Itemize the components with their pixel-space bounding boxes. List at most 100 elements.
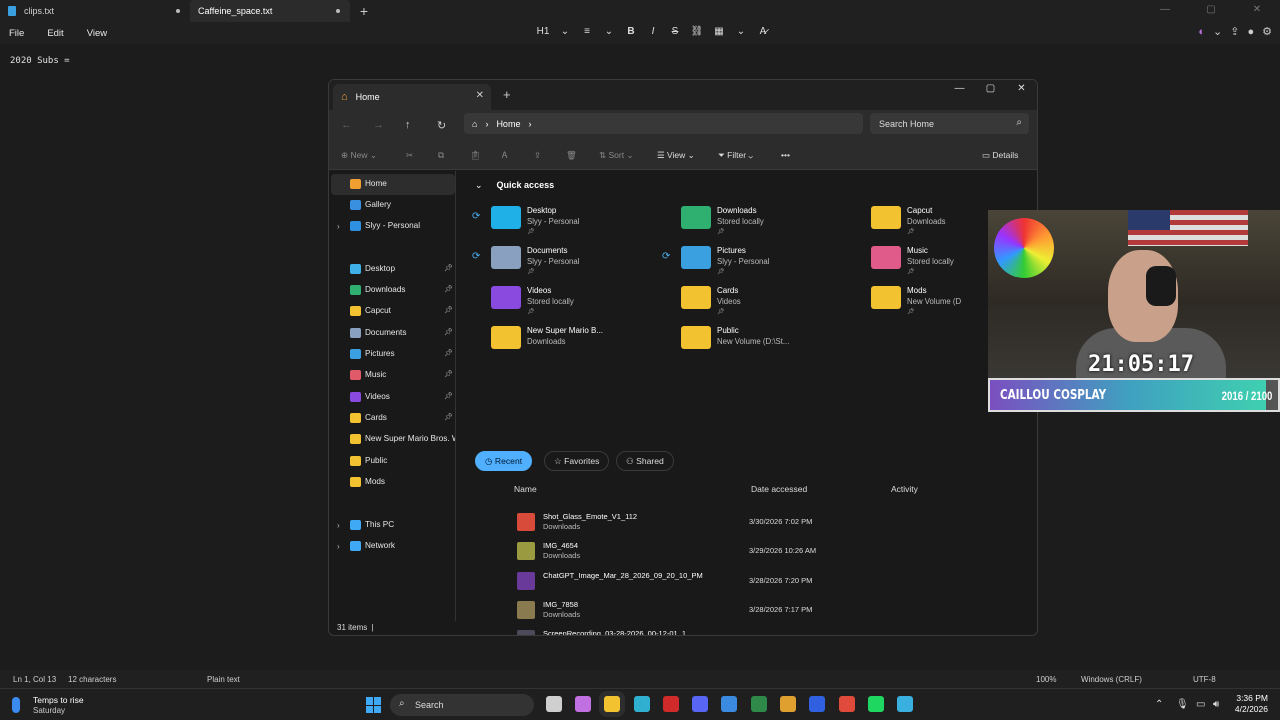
delete-icon[interactable]: 🗑︎	[566, 150, 577, 161]
edge-icon[interactable]	[634, 696, 650, 712]
zoom-level[interactable]: 100%	[1036, 675, 1056, 684]
line-endings[interactable]: Windows (CRLF)	[1081, 675, 1142, 684]
file-explorer-icon[interactable]	[604, 696, 620, 712]
sidebar-item[interactable]: Public	[331, 451, 455, 472]
quick-access-item[interactable]: Cards Videos 📌︎	[655, 281, 835, 319]
heading-dropdown[interactable]: H1	[532, 26, 554, 37]
bold-button[interactable]: B	[620, 26, 642, 37]
discord-icon[interactable]	[692, 696, 708, 712]
sidebar-item[interactable]: Downloads 📌︎	[331, 280, 455, 301]
share-icon[interactable]: ⇪	[1230, 25, 1239, 38]
tab-clips[interactable]: clips.txt	[0, 0, 190, 22]
close-tab-icon[interactable]: ✕	[476, 90, 484, 101]
menu-file[interactable]: File	[9, 28, 24, 39]
sidebar-item[interactable]: Music 📌︎	[331, 365, 455, 386]
quick-access-item[interactable]: ⟳ Pictures Slyy - Personal 📌︎	[655, 241, 835, 279]
maximize-icon[interactable]: ▢	[975, 80, 1006, 98]
opera-icon[interactable]	[663, 696, 679, 712]
more-options-button[interactable]: •••	[781, 150, 790, 160]
task-view-icon[interactable]	[546, 696, 562, 712]
copy-icon[interactable]: ⧉	[438, 150, 444, 161]
taskbar-search[interactable]: ⌕ Search	[390, 694, 534, 716]
quick-access-item[interactable]: Public New Volume (D:\St...	[655, 321, 835, 359]
quick-access-item[interactable]: ⟳ Desktop Slyy - Personal 📌︎	[465, 201, 645, 239]
column-activity[interactable]: Activity	[891, 484, 918, 494]
share-icon[interactable]: ⇪	[534, 150, 541, 161]
sidebar-item[interactable]: Capcut 📌︎	[331, 301, 455, 322]
network-icon[interactable]: ▭	[1196, 699, 1205, 710]
refresh-icon[interactable]: ↻	[437, 119, 446, 132]
link-icon[interactable]: ⛓	[686, 26, 708, 37]
new-button[interactable]: ⊕ New ⌄	[341, 150, 377, 161]
sidebar-item[interactable]: Home	[331, 174, 455, 195]
minimize-icon[interactable]: —	[1142, 0, 1188, 20]
tab-favorites[interactable]: ☆ Favorites	[544, 451, 610, 471]
app-blue-icon[interactable]	[809, 696, 825, 712]
sidebar-item[interactable]: › This PC	[331, 515, 455, 536]
back-icon[interactable]: ←	[341, 119, 352, 131]
strikethrough-button[interactable]: S	[664, 26, 686, 37]
spotify-icon[interactable]	[868, 696, 884, 712]
search-input[interactable]: Search Home ⌕	[870, 113, 1029, 134]
column-name[interactable]: Name	[514, 484, 537, 494]
menu-view[interactable]: View	[87, 28, 107, 39]
chevron-right-icon[interactable]: ›	[337, 521, 340, 530]
file-row[interactable]: ScreenRecording_03-28-2026_00-12-01_1Dow…	[517, 626, 1017, 635]
start-button[interactable]	[366, 697, 382, 713]
sidebar-item[interactable]: Desktop 📌︎	[331, 259, 455, 280]
chrome-icon[interactable]	[839, 696, 855, 712]
sidebar-item[interactable]: Gallery	[331, 195, 455, 216]
cut-icon[interactable]: ✂	[406, 150, 413, 161]
system-clock[interactable]: 3:36 PM 4/2/2026	[1235, 693, 1268, 715]
file-row[interactable]: IMG_4654 Downloads 3/29/2026 10:26 AM	[517, 538, 1017, 566]
breadcrumb-home[interactable]: Home	[496, 119, 520, 129]
clear-format-icon[interactable]: A̷	[752, 26, 774, 37]
column-date-accessed[interactable]: Date accessed	[751, 484, 807, 494]
microphone-icon[interactable]: 🎙︎	[1176, 699, 1189, 710]
tab-caffeine-space[interactable]: Caffeine_space.txt	[190, 0, 350, 22]
sidebar-item[interactable]: Pictures 📌︎	[331, 344, 455, 365]
file-row[interactable]: Shot_Glass_Emote_V1_112 Downloads 3/30/202…	[517, 509, 1017, 537]
file-row[interactable]: IMG_7858 Downloads 3/28/2026 7:17 PM	[517, 597, 1017, 625]
quick-access-item[interactable]: Videos Stored locally 📌︎	[465, 281, 645, 319]
encoding[interactable]: UTF-8	[1193, 675, 1216, 684]
quick-access-header[interactable]: ⌄ Quick access	[475, 180, 554, 191]
paste-icon[interactable]: 📋︎	[470, 150, 481, 161]
tab-recent[interactable]: ◷ Recent	[475, 451, 533, 471]
breadcrumb[interactable]: ⌂ › Home ›	[464, 113, 863, 134]
up-icon[interactable]: ↑	[405, 119, 411, 131]
game-icon[interactable]	[780, 696, 796, 712]
new-tab-button[interactable]: +	[350, 3, 378, 19]
store-icon[interactable]	[721, 696, 737, 712]
menu-edit[interactable]: Edit	[47, 28, 63, 39]
close-icon[interactable]: ✕	[1234, 0, 1280, 20]
quick-access-item[interactable]: ⟳ Documents Slyy - Personal 📌︎	[465, 241, 645, 279]
explorer-tab-home[interactable]: ⌂ Home ✕	[333, 84, 491, 110]
details-button[interactable]: ▭ Details	[982, 150, 1018, 161]
list-icon[interactable]: ≡	[576, 26, 598, 37]
maximize-icon[interactable]: ▢	[1188, 0, 1234, 20]
avatar[interactable]: ●	[1247, 26, 1254, 38]
tab-shared[interactable]: ⚇ Shared	[616, 451, 674, 471]
chevron-up-icon[interactable]: ⌃	[1155, 699, 1163, 710]
sort-button[interactable]: ⇅ Sort ⌄	[599, 150, 634, 161]
sidebar-item[interactable]: › Network	[331, 536, 455, 557]
sidebar-item[interactable]: New Super Mario Bros. W	[331, 429, 455, 450]
quick-access-item[interactable]: New Super Mario B... Downloads	[465, 321, 645, 359]
sidebar-item[interactable]: Documents 📌︎	[331, 323, 455, 344]
sidebar-item[interactable]: Videos 📌︎	[331, 387, 455, 408]
sidebar-item[interactable]: › Slyy - Personal	[331, 216, 455, 237]
italic-button[interactable]: I	[642, 26, 664, 37]
new-tab-button[interactable]: +	[503, 87, 511, 102]
excel-icon[interactable]	[751, 696, 767, 712]
view-button[interactable]: ☰ View ⌄	[657, 150, 695, 161]
quick-access-item[interactable]: Downloads Stored locally 📌︎	[655, 201, 835, 239]
copilot-icon[interactable]	[575, 696, 591, 712]
chevron-right-icon[interactable]: ›	[337, 222, 340, 231]
gear-icon[interactable]: ⚙	[1262, 25, 1272, 38]
sidebar-item[interactable]: Cards 📌︎	[331, 408, 455, 429]
rename-icon[interactable]: Ꭺ	[502, 150, 508, 161]
table-icon[interactable]: ▦	[708, 26, 730, 37]
forward-icon[interactable]: →	[373, 119, 384, 131]
volume-icon[interactable]: 🔊︎	[1213, 699, 1219, 710]
